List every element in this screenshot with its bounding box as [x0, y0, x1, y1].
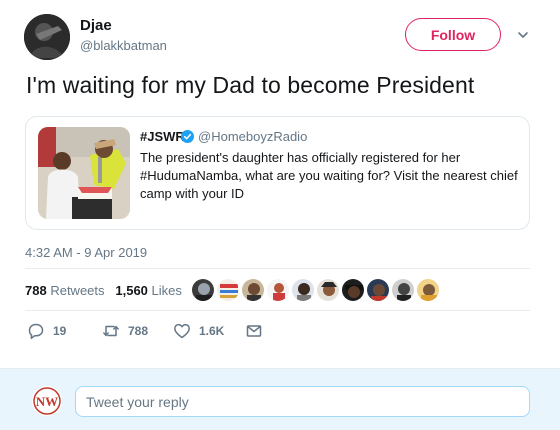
likes-stat[interactable]: 1,560 Likes [115, 283, 182, 298]
liker-avatar[interactable] [216, 278, 240, 302]
divider [25, 268, 530, 269]
author-avatar[interactable] [24, 14, 70, 60]
quoted-tweet-photo[interactable] [38, 127, 130, 219]
current-user-avatar[interactable]: NW [32, 386, 62, 416]
direct-message-button[interactable] [245, 322, 271, 340]
heart-icon [174, 323, 190, 339]
retweets-label: Retweets [50, 283, 105, 298]
quoted-tweet[interactable]: #JSWR @HomeboyzRadio The president's dau… [25, 116, 530, 230]
engagement-stats: 788 Retweets 1,560 Likes [25, 283, 182, 298]
retweet-icon [103, 325, 119, 337]
tweet-header: Djae @blakkbatman Follow [24, 14, 544, 60]
divider [25, 310, 530, 311]
envelope-icon [246, 325, 262, 337]
likes-label: Likes [151, 283, 182, 298]
tweet-text: I'm waiting for my Dad to become Preside… [26, 72, 475, 98]
reply-icon [28, 323, 44, 340]
reply-count: 19 [53, 324, 67, 338]
liker-avatar[interactable] [241, 278, 265, 302]
reply-input[interactable] [75, 386, 530, 417]
avatar-initials: NW [36, 394, 58, 409]
liker-avatar[interactable] [191, 278, 215, 302]
retweets-count: 788 [25, 283, 47, 298]
author-name[interactable]: Djae [80, 17, 112, 34]
like-count: 1.6K [199, 324, 225, 338]
liker-avatar[interactable] [366, 278, 390, 302]
author-handle[interactable]: @blakkbatman [80, 38, 167, 53]
retweets-stat[interactable]: 788 Retweets [25, 283, 105, 298]
retweet-button[interactable]: 788 [102, 322, 148, 340]
follow-button[interactable]: Follow [405, 18, 501, 51]
quoted-author-name[interactable]: #JSWR [140, 129, 185, 144]
quoted-author-handle[interactable]: @HomeboyzRadio [198, 129, 307, 144]
tweet-timestamp[interactable]: 4:32 AM - 9 Apr 2019 [25, 245, 147, 260]
liker-avatar[interactable] [341, 278, 365, 302]
quoted-tweet-text: The president's daughter has officially … [140, 150, 518, 201]
liker-avatar[interactable] [316, 278, 340, 302]
liker-avatar[interactable] [266, 278, 290, 302]
likes-count: 1,560 [115, 283, 148, 298]
tweet-actions: 19 788 1.6K [27, 322, 327, 346]
reply-button[interactable]: 19 [27, 322, 66, 340]
like-button[interactable]: 1.6K [173, 322, 224, 340]
retweet-count: 788 [128, 324, 149, 338]
verified-badge-icon [181, 130, 194, 143]
chevron-down-icon[interactable] [516, 28, 530, 42]
liker-avatar[interactable] [391, 278, 415, 302]
liker-avatar[interactable] [416, 278, 440, 302]
reply-composer: NW [0, 368, 560, 430]
liker-avatar[interactable] [291, 278, 315, 302]
